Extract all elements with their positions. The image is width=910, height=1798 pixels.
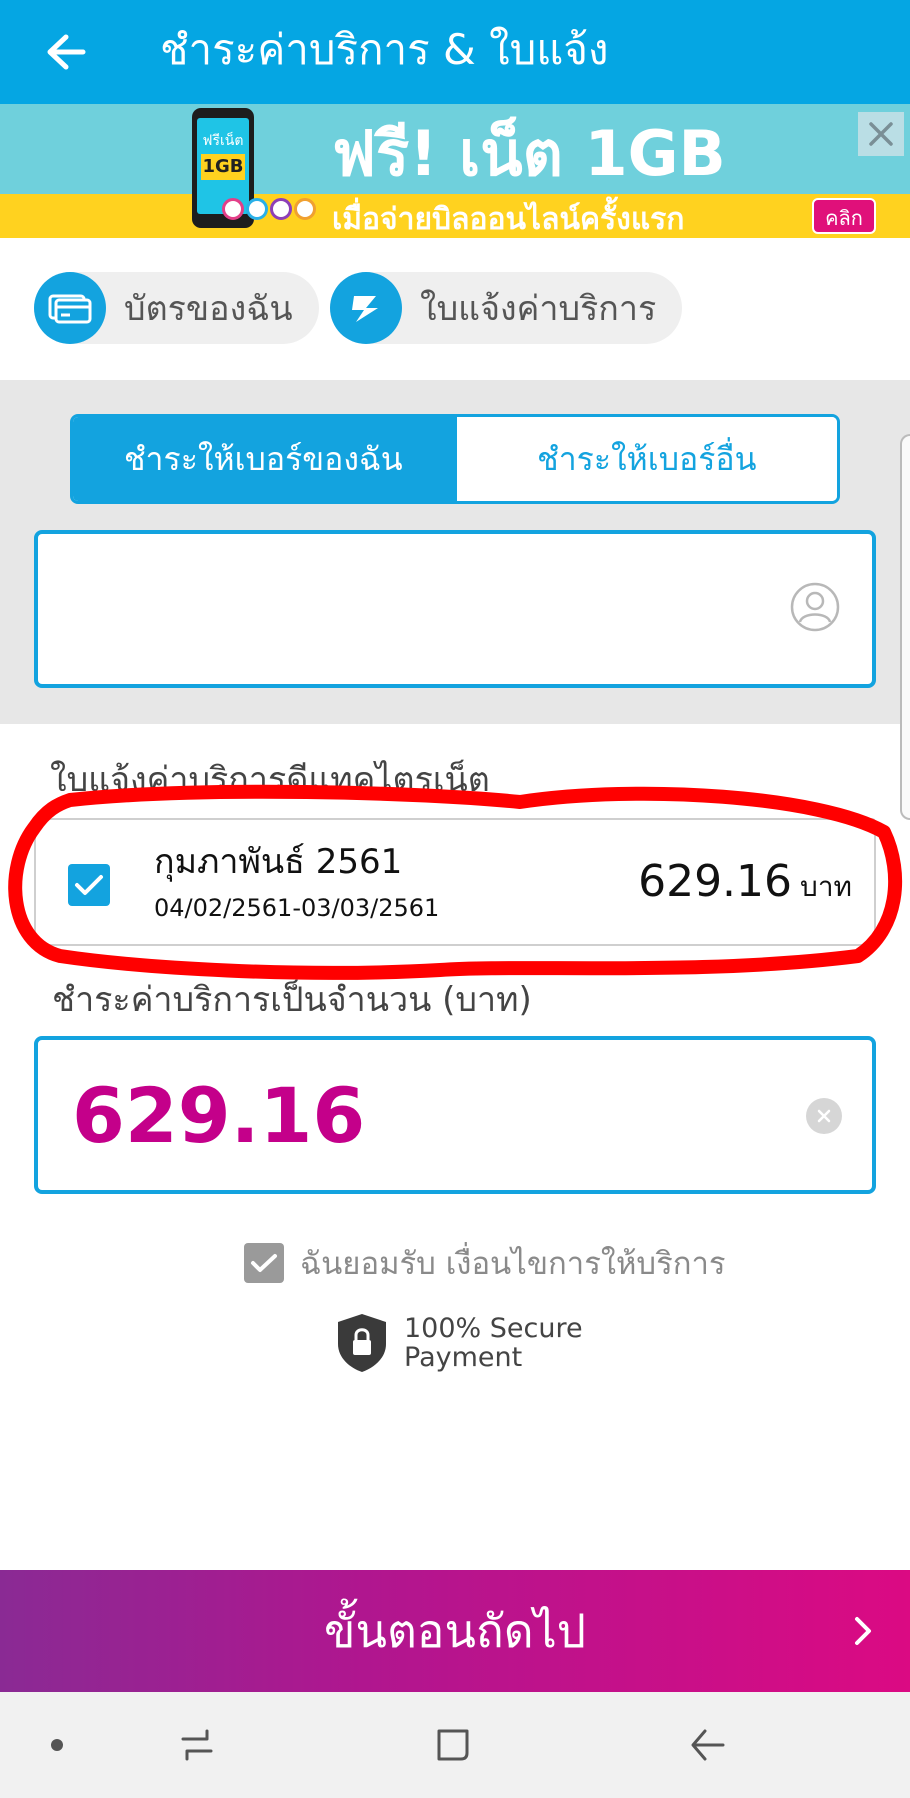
bill-month: กุมภาพันธ์ 2561 — [154, 842, 403, 882]
system-nav-bar — [0, 1692, 910, 1798]
back-icon — [691, 1729, 725, 1761]
shortcut-bar: บัตรของฉัน ใบแจ้งค่าบริการ — [0, 238, 910, 380]
chevron-right-icon — [855, 1617, 871, 1645]
bill-amount-value: 629.16 — [638, 856, 793, 907]
recent-apps-button[interactable] — [172, 1720, 222, 1770]
check-icon — [251, 1254, 277, 1272]
terms-checkbox[interactable] — [244, 1243, 284, 1283]
home-button[interactable] — [428, 1720, 478, 1770]
lock-shield-icon — [338, 1314, 386, 1372]
banner-close-button[interactable] — [858, 112, 904, 156]
pay-target-section: ชำระให้เบอร์ของฉัน ชำระให้เบอร์อื่น — [0, 380, 910, 724]
credit-card-icon — [34, 272, 106, 344]
amount-input[interactable]: 629.16 — [34, 1036, 876, 1194]
next-step-label: ขั้นตอนถัดไป — [324, 1603, 586, 1658]
back-button[interactable] — [36, 22, 96, 82]
banner-phone-label: ฟรีเน็ต — [202, 133, 244, 149]
recent-apps-icon — [181, 1729, 213, 1761]
contact-icon[interactable] — [790, 582, 840, 632]
my-cards-button[interactable]: บัตรของฉัน — [34, 272, 319, 344]
terms-row[interactable]: ฉันยอมรับ เงื่อนไขการให้บริการ — [244, 1238, 726, 1288]
system-back-button[interactable] — [682, 1720, 732, 1770]
banner-subline: เมื่อจ่ายบิลออนไลน์ครั้งแรก — [332, 202, 685, 237]
page-title: ชำระค่าบริการ & ใบแจ้ง — [160, 25, 609, 74]
banner-cta-button[interactable]: คลิก — [812, 198, 876, 234]
dot-icon — [51, 1739, 63, 1751]
clear-icon — [817, 1109, 831, 1123]
amount-section-title: ชำระค่าบริการเป็นจำนวน (บาท) — [52, 980, 532, 1020]
close-icon — [869, 122, 893, 146]
terms-label[interactable]: ฉันยอมรับ เงื่อนไขการให้บริการ — [300, 1238, 726, 1288]
tab-pay-my-number[interactable]: ชำระให้เบอร์ของฉัน — [73, 417, 454, 501]
scroll-handle[interactable] — [900, 434, 910, 820]
bill-amount-unit: บาท — [800, 870, 852, 903]
bill-amount: 629.16 บาท — [638, 856, 852, 909]
tab-pay-other-number[interactable]: ชำระให้เบอร์อื่น — [453, 417, 837, 501]
app-bar: ชำระค่าบริการ & ใบแจ้ง — [0, 0, 910, 104]
arrow-left-icon — [47, 34, 86, 70]
bills-label: ใบแจ้งค่าบริการ — [420, 289, 657, 329]
bill-period: 04/02/2561-03/03/2561 — [154, 894, 440, 922]
nav-dot-button[interactable] — [32, 1720, 82, 1770]
bill-section-title: ใบแจ้งค่าบริการดีแทคไตรเน็ต — [50, 760, 490, 800]
promo-banner[interactable]: ฟรีเน็ต 1GB ฟรี! เน็ต 1GB เมื่อจ่ายบิลออ… — [0, 104, 910, 238]
bill-checkbox[interactable] — [68, 864, 110, 906]
bills-button[interactable]: ใบแจ้งค่าบริการ — [330, 272, 683, 344]
phone-number-input[interactable] — [34, 530, 876, 688]
secure-line-1: 100% Secure — [404, 1313, 583, 1344]
home-icon — [437, 1729, 469, 1761]
pay-target-toggle: ชำระให้เบอร์ของฉัน ชำระให้เบอร์อื่น — [70, 414, 840, 504]
clear-amount-button[interactable] — [806, 1098, 842, 1134]
banner-headline: ฟรี! เน็ต 1GB — [332, 117, 726, 190]
secure-line-2: Payment — [404, 1342, 523, 1373]
check-icon — [75, 875, 103, 895]
bill-item[interactable]: กุมภาพันธ์ 2561 04/02/2561-03/03/2561 62… — [34, 818, 876, 946]
banner-phone-gb: 1GB — [201, 154, 245, 180]
next-step-button[interactable]: ขั้นตอนถัดไป — [0, 1570, 910, 1692]
amount-value: 629.16 — [72, 1071, 366, 1160]
bill-icon — [330, 272, 402, 344]
secure-payment-badge: 100% Secure Payment — [336, 1312, 583, 1374]
banner-decoration-icon — [222, 198, 316, 220]
my-cards-label: บัตรของฉัน — [124, 289, 293, 329]
